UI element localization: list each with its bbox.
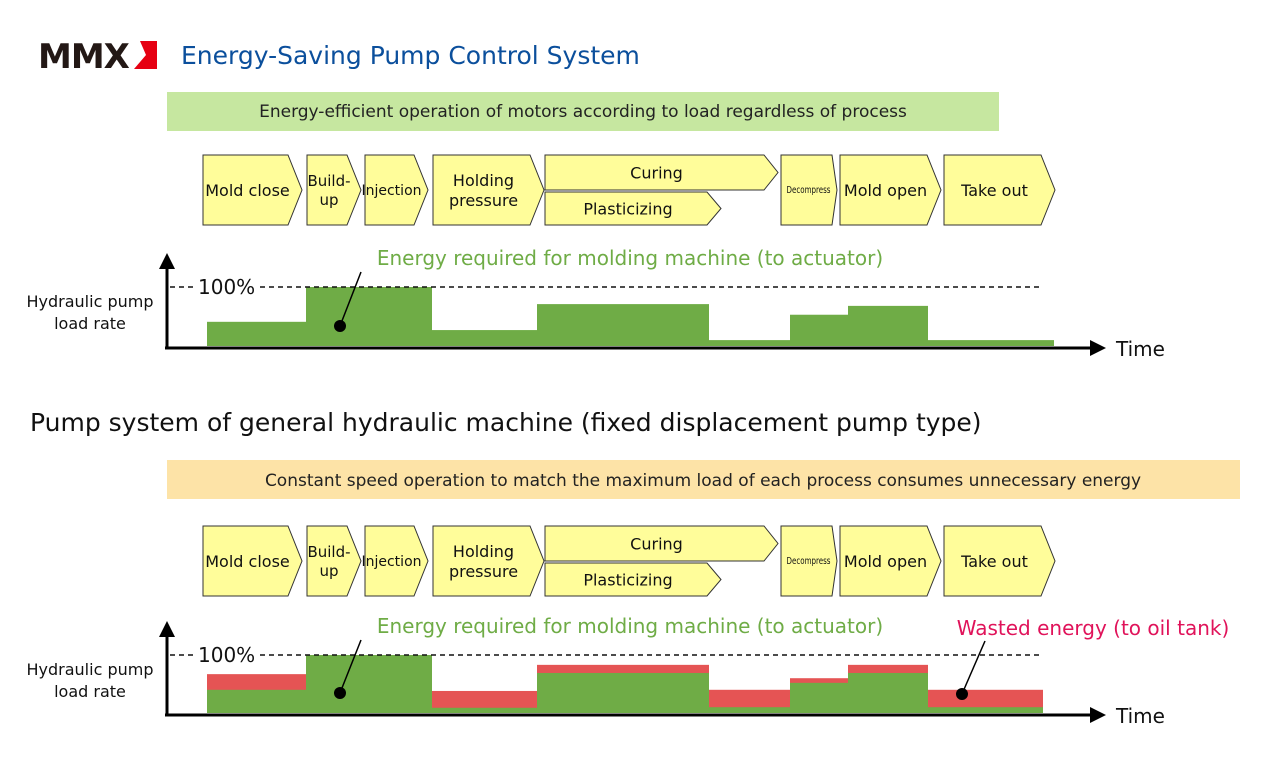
process-step-take-out: Take out [943,154,1056,226]
wasted-energy-label: Wasted energy (to oil tank) [957,616,1230,640]
process-step-mold-close: Mold close [202,154,303,226]
process-label: up [319,562,338,580]
logo: MMX [38,37,157,77]
process-label: Mold open [844,552,927,571]
process-label: Build- [307,543,350,561]
x-axis-arrow-icon [1090,340,1106,356]
process-step-plasticizing: Plasticizing [544,191,722,226]
ref-label-100: 100% [198,275,255,299]
process-label: Injection [361,554,421,570]
section-heading: Pump system of general hydraulic machine… [30,408,982,437]
process-step-decompress: Decompress [780,154,838,226]
required-energy-bar [537,672,709,713]
y-axis-arrow-icon [159,621,175,637]
process-flow-bottom: Mold close Build-up InjectionHoldingpressu… [202,525,1056,597]
process-step-mold-close: Mold close [202,525,303,597]
process-label: up [319,191,338,209]
callout-line [961,640,986,695]
process-step-holding-pressure: Holdingpressure [432,154,545,226]
required-energy-bar [790,314,848,346]
process-label: Decompress [787,185,831,196]
process-label: Mold close [205,552,290,571]
process-label: Holding [453,171,514,190]
callout-dot [956,688,968,700]
required-energy-bar [306,287,432,346]
process-flow-top: Mold close Build-up InjectionHoldingpressu… [202,154,1056,226]
process-label: Curing [630,163,683,182]
process-step-mold-open: Mold open [839,525,942,597]
required-energy-bar [928,707,1043,713]
y-axis-arrow-icon [159,253,175,269]
required-energy-bar [432,707,537,713]
process-label: Holding [453,542,514,561]
process-step-build-up: Build-up [306,525,362,597]
process-step-plasticizing: Plasticizing [544,562,722,597]
process-label: Take out [960,181,1028,200]
process-label: Plasticizing [583,570,672,589]
required-energy-bar [790,682,848,713]
callout-dot [334,320,346,332]
logo-mark [134,41,157,69]
process-label: Decompress [787,556,831,567]
callout-dot [334,687,346,699]
process-step-curing: Curing [544,154,779,191]
process-step-curing: Curing [544,525,779,562]
y-axis-label: load rate [54,682,126,701]
required-energy-bar [709,707,790,713]
y-axis-label: load rate [54,314,126,333]
x-axis-label: Time [1115,704,1165,728]
required-energy-bar [709,340,790,346]
process-step-injection: Injection [361,525,429,597]
banner-efficient-text: Energy-efficient operation of motors acc… [259,102,907,122]
diagram: MMX Energy-Saving Pump Control System En… [27,37,1240,728]
process-label: Mold open [844,181,927,200]
required-energy-bar [432,330,537,346]
load-chart-bottom: 100% Time Hydraulic pump load rate Energy re… [27,614,1230,728]
process-label: pressure [449,562,518,581]
process-step-build-up: Build-up [306,154,362,226]
y-axis-label: Hydraulic pump [27,292,154,311]
required-energy-bar [306,655,432,713]
logo-text: MMX [38,37,130,77]
required-energy-bar [207,321,306,346]
required-energy-bar [848,672,928,713]
required-energy-label: Energy required for molding machine (to … [377,246,883,270]
required-energy-bar [537,304,709,346]
process-step-mold-open: Mold open [839,154,942,226]
process-step-take-out: Take out [943,525,1056,597]
process-label: pressure [449,191,518,210]
required-energy-bar [928,340,1054,346]
required-energy-label: Energy required for molding machine (to … [377,614,883,638]
process-step-decompress: Decompress [780,525,838,597]
process-label: Plasticizing [583,199,672,218]
process-label: Take out [960,552,1028,571]
process-label: Mold close [205,181,290,200]
ref-label-100: 100% [198,643,255,667]
process-label: Curing [630,534,683,553]
process-step-injection: Injection [361,154,429,226]
x-axis-label: Time [1115,337,1165,361]
process-label: Build- [307,172,350,190]
x-axis-arrow-icon [1090,707,1106,723]
load-chart-top: 100% Time Hydraulic pump load rate Energy re… [27,246,1165,361]
y-axis-label: Hydraulic pump [27,660,154,679]
required-energy-bar [848,305,928,346]
banner-constant-text: Constant speed operation to match the ma… [265,471,1141,491]
process-step-holding-pressure: Holdingpressure [432,525,545,597]
process-label: Injection [361,183,421,199]
page-title: Energy-Saving Pump Control System [181,41,640,70]
required-energy-bar [207,689,306,713]
